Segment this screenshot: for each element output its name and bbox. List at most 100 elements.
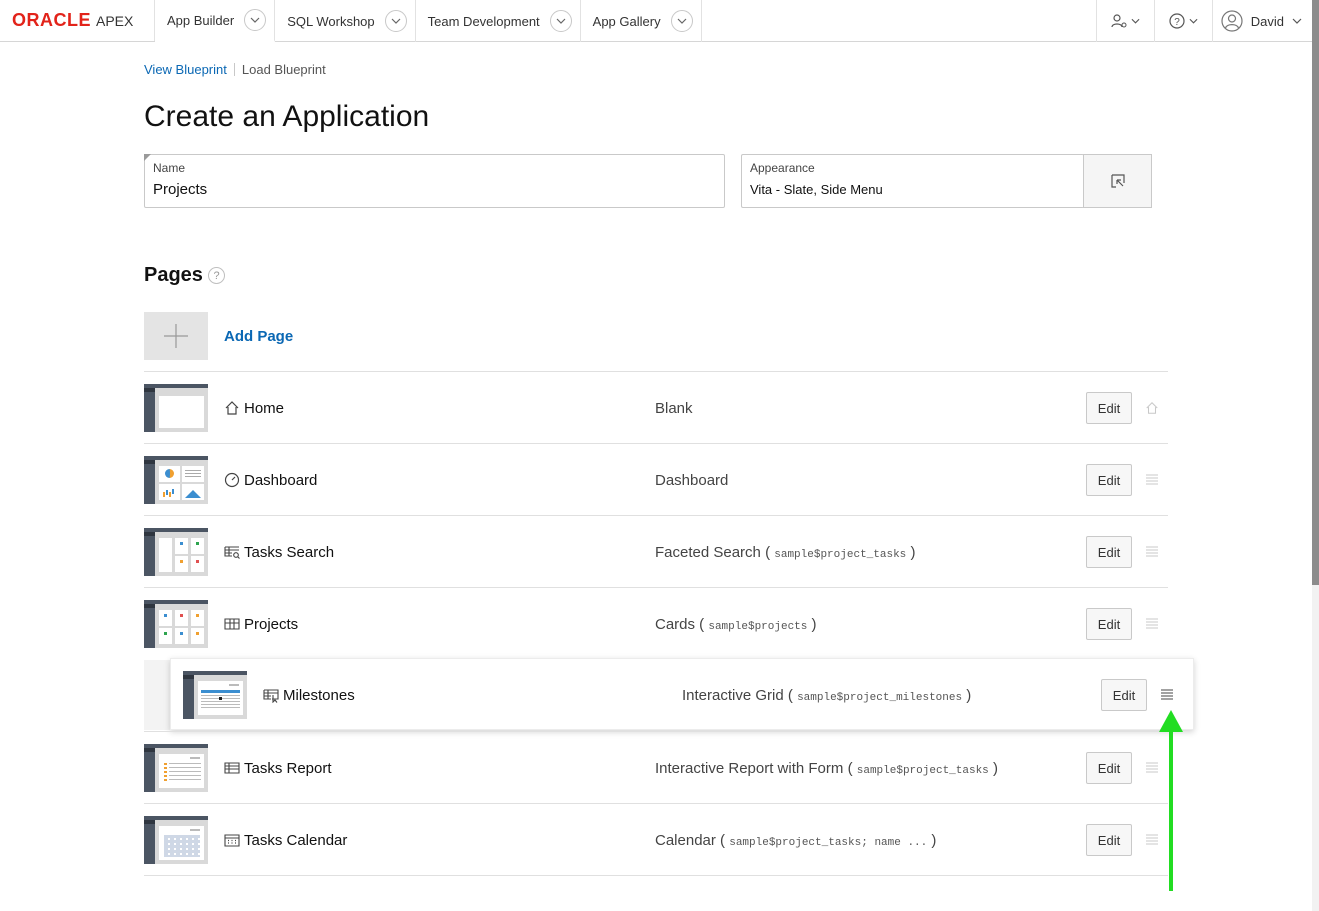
page-name: Milestones — [283, 687, 355, 704]
appearance-label: Appearance — [750, 161, 815, 175]
top-navigation-bar: ORACLE APEX App Builder SQL Workshop Tea… — [0, 0, 1312, 42]
blueprint-links: View Blueprint Load Blueprint — [144, 62, 326, 77]
tab-label: App Gallery — [592, 13, 661, 29]
tab-label: Team Development — [427, 13, 540, 29]
appearance-value: Vita - Slate, Side Menu — [750, 182, 883, 197]
load-blueprint-link[interactable]: Load Blueprint — [242, 62, 326, 77]
tab-app-builder[interactable]: App Builder — [155, 0, 276, 42]
add-page-link[interactable]: Add Page — [224, 328, 293, 345]
page-thumbnail — [144, 384, 208, 432]
logo-brand: ORACLE — [12, 10, 91, 30]
page-name: Tasks Report — [244, 760, 332, 777]
chevron-down-icon — [1189, 18, 1198, 24]
page-source: sample$project_milestones — [797, 692, 963, 704]
popup-icon — [1110, 174, 1125, 188]
help-icon: ? — [1169, 13, 1185, 29]
page-source: sample$project_tasks — [856, 765, 989, 777]
page-thumbnail — [144, 528, 208, 576]
vertical-scrollbar[interactable] — [1312, 0, 1319, 911]
page-thumbnail — [144, 744, 208, 792]
home-icon — [1146, 402, 1158, 414]
page-type: Blank — [655, 400, 693, 417]
edit-button[interactable]: Edit — [1086, 752, 1132, 784]
drag-handle-icon[interactable] — [1145, 616, 1159, 630]
drag-handle-icon[interactable] — [1145, 544, 1159, 558]
pages-heading: Pages — [144, 264, 203, 286]
add-page-plus-button[interactable] — [144, 312, 208, 360]
page-row-tasks-calendar[interactable]: Tasks Calendar Calendar ( sample$project… — [144, 803, 1168, 875]
name-field[interactable]: Name Projects — [144, 154, 725, 208]
user-admin-icon — [1111, 14, 1127, 28]
tab-label: SQL Workshop — [287, 13, 375, 29]
cards-icon — [224, 618, 240, 630]
page-source: sample$projects — [708, 621, 808, 633]
help-icon[interactable]: ? — [208, 267, 225, 284]
page-name: Projects — [244, 616, 299, 633]
user-name: David — [1250, 13, 1284, 29]
page-type: Faceted Search ( sample$project_tasks ) — [655, 544, 916, 561]
page-name: Home — [244, 400, 285, 417]
chevron-down-icon — [1131, 18, 1140, 24]
help-menu-button[interactable]: ? — [1153, 0, 1212, 42]
page-type: Dashboard — [655, 472, 729, 489]
chevron-down-icon[interactable] — [549, 10, 572, 32]
chevron-down-icon[interactable] — [670, 10, 693, 32]
avatar-icon — [1221, 10, 1243, 32]
edit-button[interactable]: Edit — [1086, 392, 1132, 424]
page-type: Calendar ( sample$project_tasks; name ..… — [655, 832, 937, 849]
page-row-home[interactable]: Home Blank Edit — [144, 371, 1168, 443]
tab-label: App Builder — [167, 12, 235, 28]
name-label: Name — [153, 161, 186, 175]
divider — [233, 63, 235, 76]
page-name: Dashboard — [244, 472, 318, 489]
admin-menu-button[interactable] — [1095, 0, 1154, 42]
page-type: Cards ( sample$projects ) — [655, 616, 817, 633]
tab-team-development[interactable]: Team Development — [416, 0, 581, 42]
page-source: sample$project_tasks; name ... — [729, 837, 928, 849]
appearance-field[interactable]: Appearance Vita - Slate, Side Menu — [741, 154, 1084, 208]
chevron-down-icon[interactable] — [244, 9, 267, 31]
page-name: Tasks Calendar — [244, 832, 348, 849]
required-indicator — [144, 154, 151, 161]
logo-product: APEX — [96, 12, 134, 29]
edit-button[interactable]: Edit — [1086, 536, 1132, 568]
page-row-tasks-report[interactable]: Tasks Report Interactive Report with For… — [144, 731, 1168, 803]
edit-button[interactable]: Edit — [1086, 824, 1132, 856]
page-title: Create an Application — [144, 100, 430, 133]
calendar-icon — [224, 834, 240, 847]
report-icon — [224, 762, 240, 774]
user-menu-button[interactable]: David — [1211, 0, 1312, 42]
page-type: Interactive Grid ( sample$project_milest… — [682, 687, 972, 704]
page-thumbnail — [144, 456, 208, 504]
tab-app-gallery[interactable]: App Gallery — [581, 0, 702, 42]
page-row-tasks-search[interactable]: Tasks Search Faceted Search ( sample$pro… — [144, 515, 1168, 587]
edit-button[interactable]: Edit — [1086, 608, 1132, 640]
page-thumbnail — [183, 671, 247, 719]
page-row-dashboard[interactable]: Dashboard Dashboard Edit — [144, 443, 1168, 515]
drag-handle-icon[interactable] — [1145, 472, 1159, 486]
appearance-settings-button[interactable] — [1083, 154, 1152, 208]
name-value[interactable]: Projects — [153, 181, 207, 198]
divider — [144, 875, 1168, 876]
tab-sql-workshop[interactable]: SQL Workshop — [275, 0, 416, 42]
faceted-search-icon — [224, 546, 240, 559]
page-type: Interactive Report with Form ( sample$pr… — [655, 760, 998, 777]
home-icon — [225, 401, 239, 415]
scrollbar-thumb[interactable] — [1312, 0, 1319, 585]
annotation-arrow-icon — [1159, 710, 1183, 891]
plus-icon — [164, 324, 188, 348]
view-blueprint-link[interactable]: View Blueprint — [144, 62, 227, 77]
edit-button[interactable]: Edit — [1086, 464, 1132, 496]
oracle-apex-logo[interactable]: ORACLE APEX — [0, 0, 155, 41]
page-row-projects[interactable]: Projects Cards ( sample$projects ) Edit — [144, 587, 1168, 659]
chevron-down-icon[interactable] — [384, 10, 407, 32]
page-source: sample$project_tasks — [774, 549, 907, 561]
chevron-down-icon — [1292, 18, 1302, 24]
drag-handle-icon[interactable] — [1160, 687, 1174, 701]
interactive-grid-icon — [263, 689, 279, 703]
edit-button[interactable]: Edit — [1101, 679, 1147, 711]
page-row-milestones[interactable]: Milestones Interactive Grid ( sample$pro… — [170, 658, 1194, 730]
page-name: Tasks Search — [244, 544, 335, 561]
top-right-controls: ? David — [1095, 0, 1312, 42]
svg-text:?: ? — [1174, 17, 1180, 28]
